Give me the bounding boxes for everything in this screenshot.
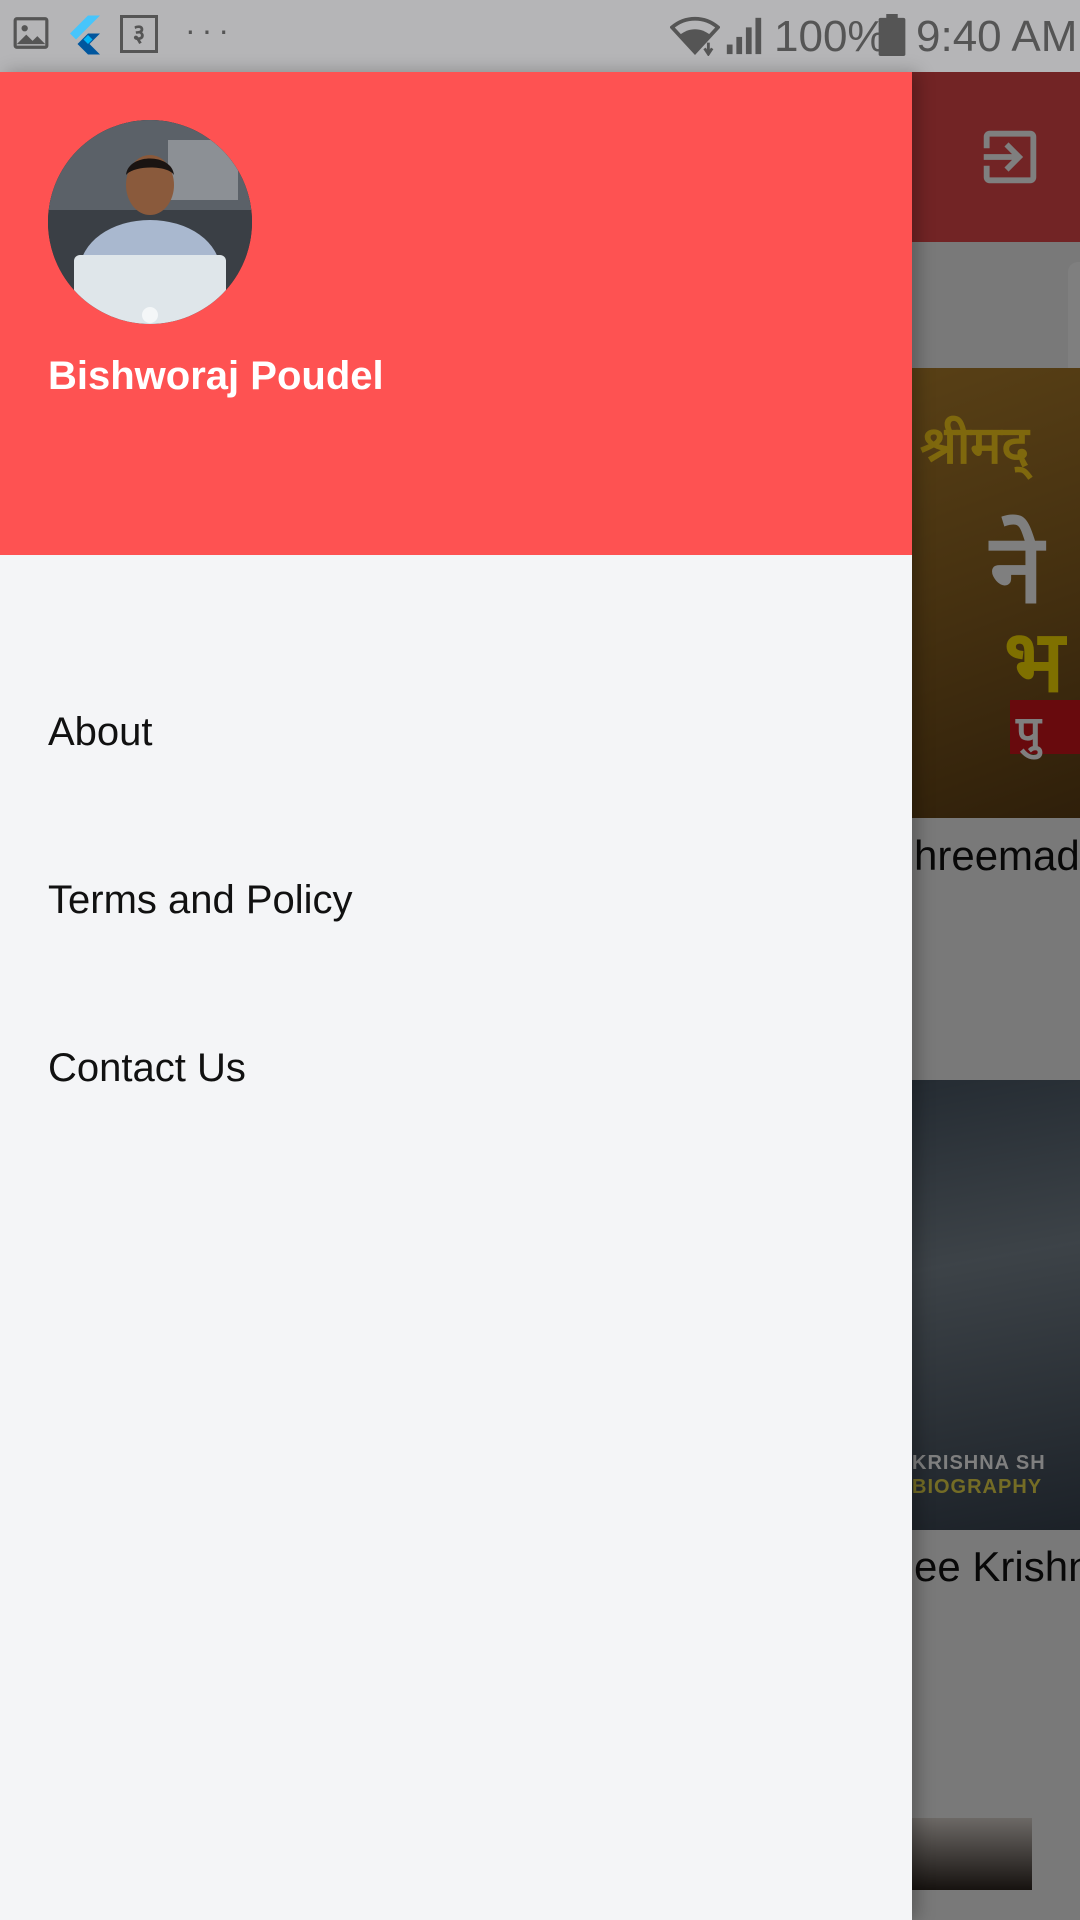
flutter-icon: [70, 15, 100, 55]
user-name: Bishworaj Poudel: [48, 354, 384, 398]
menu-item-contact-us[interactable]: Contact Us: [0, 987, 912, 1155]
signal-icon: [726, 17, 762, 55]
wifi-icon: [670, 16, 720, 56]
menu-item-label: Terms and Policy: [48, 878, 353, 922]
avatar[interactable]: [48, 120, 252, 324]
battery-icon: [878, 14, 906, 56]
status-time: 9:40 AM: [916, 12, 1078, 61]
menu-item-about[interactable]: About: [0, 651, 912, 819]
drawer-header: Bishworaj Poudel: [0, 72, 912, 555]
menu-item-label: About: [48, 710, 153, 754]
menu-item-label: Contact Us: [48, 1046, 246, 1090]
status-bar: ३ ··· 100% 9:40 AM: [0, 0, 1080, 72]
gallery-icon: [13, 17, 49, 49]
menu-item-terms-and-policy[interactable]: Terms and Policy: [0, 819, 912, 987]
navigation-drawer: Bishworaj Poudel About Terms and Policy …: [0, 72, 912, 1920]
more-dots-icon: ···: [185, 12, 235, 48]
battery-percentage: 100%: [774, 12, 887, 61]
notification-box-icon: ३: [120, 15, 158, 53]
